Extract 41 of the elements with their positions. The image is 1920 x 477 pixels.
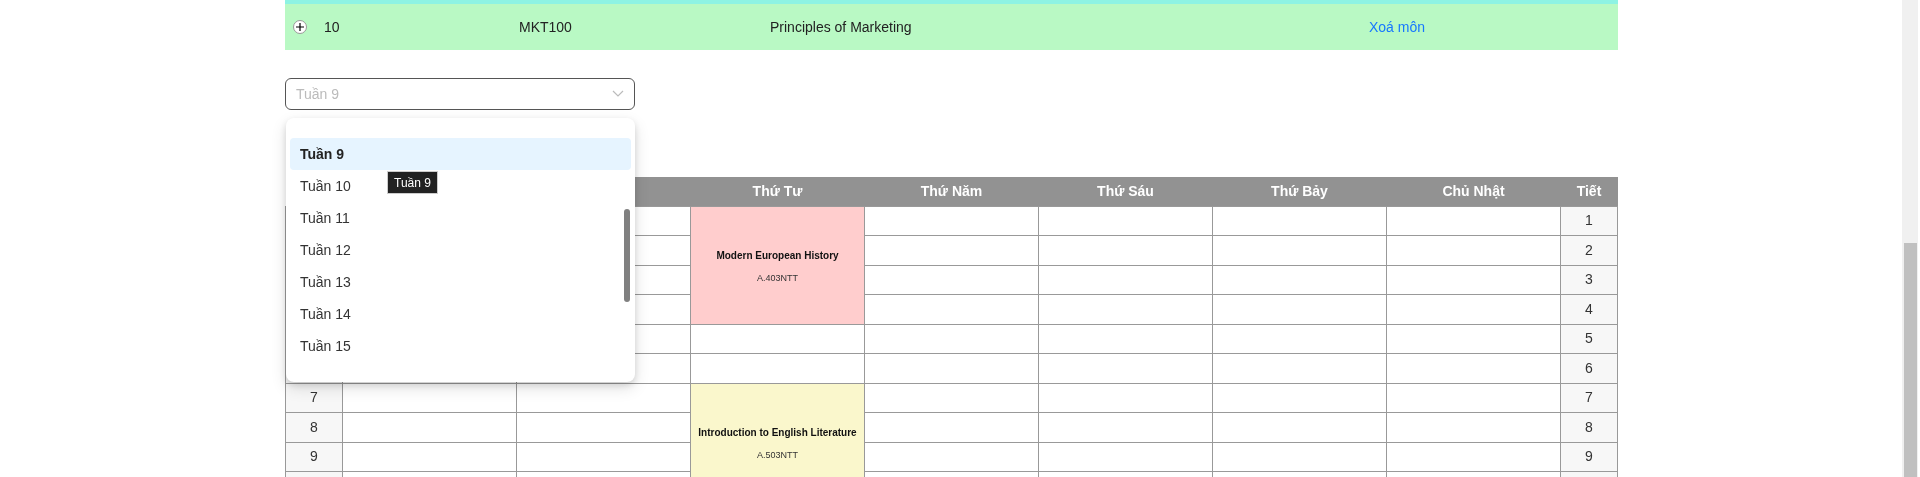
week-option[interactable]: Tuần 9 [290, 138, 631, 170]
week-option[interactable]: Tuần 12 [290, 234, 361, 266]
class-block[interactable]: Introduction to English Literature A.503NTT [690, 383, 865, 477]
scrollbar-thumb[interactable] [1904, 243, 1917, 477]
week-option[interactable]: Tuần 11 [290, 202, 360, 234]
chevron-down-icon [612, 90, 624, 98]
class-room: A.403NTT [756, 272, 799, 286]
remove-course-link[interactable]: Xoá môn [1369, 16, 1426, 38]
course-index: 10 [324, 17, 341, 37]
class-title: Modern European History [716, 249, 839, 264]
class-block[interactable]: Modern European History A.403NTT [690, 206, 865, 324]
dropdown-scrollbar-thumb[interactable] [624, 209, 630, 302]
column-header: Chủ Nhật [1442, 182, 1505, 199]
period-number: 8 [310, 418, 318, 435]
column-header: Thứ Năm [920, 182, 983, 199]
course-name: Principles of Marketing [770, 17, 913, 37]
period-number: 9 [310, 448, 318, 465]
period-number: 8 [1585, 418, 1593, 435]
selected-week: Tuần 9 [296, 84, 340, 104]
week-option[interactable]: Tuần 10 [290, 170, 361, 202]
period-number: 6 [1585, 359, 1593, 376]
class-room: A.503NTT [756, 449, 799, 463]
period-number: 7 [310, 389, 318, 406]
tooltip: Tuần 9 [387, 171, 438, 194]
period-number: 2 [1585, 241, 1593, 258]
week-option[interactable]: Tuần 13 [290, 266, 361, 298]
course-code: MKT100 [519, 17, 573, 37]
class-title: Introduction to English Literature [698, 426, 857, 441]
column-header: Thứ Bảy [1271, 182, 1328, 199]
period-number: 4 [1585, 300, 1593, 317]
expand-icon[interactable] [293, 20, 307, 34]
period-number: 3 [1585, 271, 1593, 288]
week-option[interactable]: Tuần 14 [290, 298, 361, 330]
column-header: Thứ Tư [752, 182, 803, 199]
period-number: 9 [1585, 448, 1593, 465]
period-number: 1 [1585, 212, 1593, 229]
week-option[interactable]: Tuần 15 [290, 330, 361, 362]
period-number: 5 [1585, 330, 1593, 347]
column-header: Tiết [1576, 182, 1602, 199]
period-number: 7 [1585, 389, 1593, 406]
column-header: Thứ Sáu [1097, 182, 1154, 199]
